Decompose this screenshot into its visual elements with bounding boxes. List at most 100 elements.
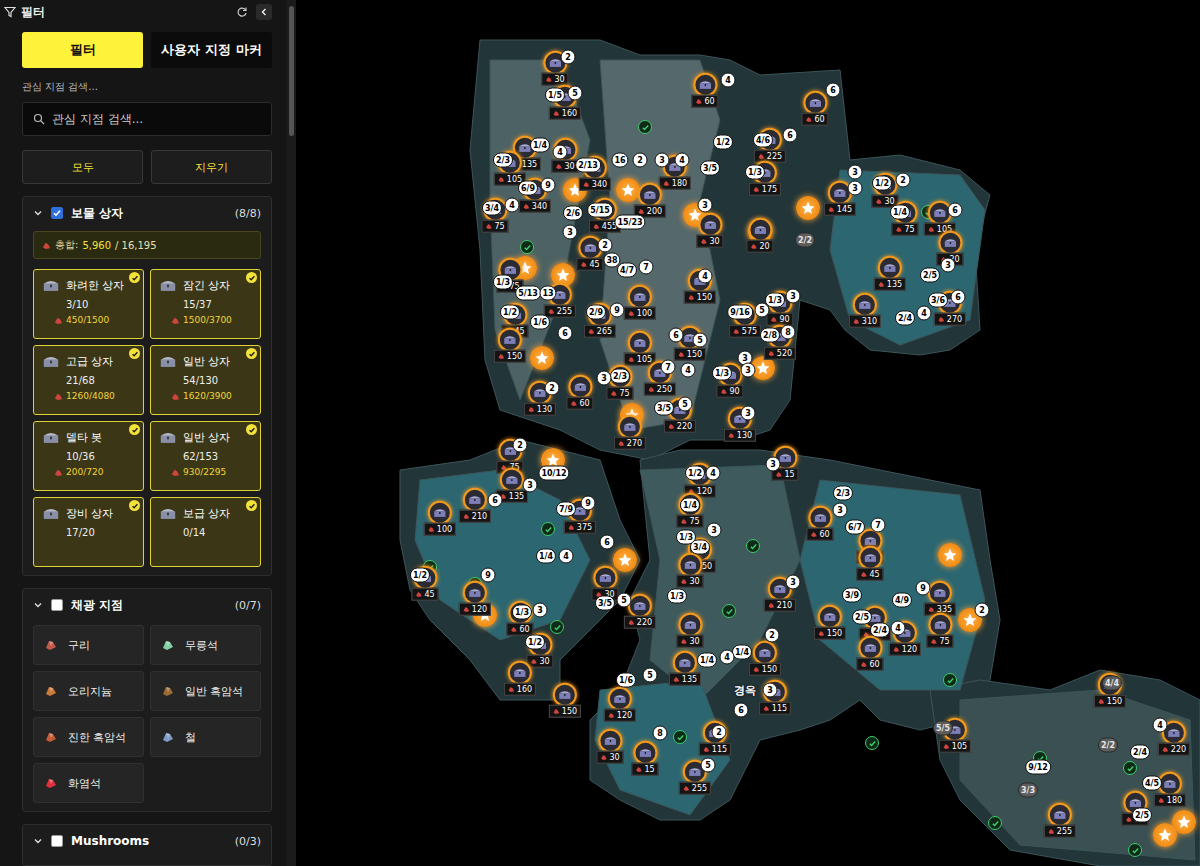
count-badge[interactable]: 2/4	[870, 623, 890, 638]
count-badge[interactable]: 9	[481, 568, 496, 583]
tab[interactable]: 사용자 지정 마커	[151, 32, 272, 68]
count-badge[interactable]: 2/6	[563, 206, 583, 221]
resource-item[interactable]: 무릉석	[150, 625, 261, 665]
chest-pin[interactable]: 45	[856, 546, 883, 581]
count-badge[interactable]: 9/16	[727, 305, 753, 320]
count-badge[interactable]: 2/9	[586, 305, 606, 320]
count-badge[interactable]: 3/4	[690, 540, 710, 555]
count-badge[interactable]: 3	[786, 575, 801, 590]
count-badge[interactable]: 1/4	[680, 498, 700, 513]
scroll-thumb[interactable]	[289, 6, 294, 136]
chest-pin[interactable]: 60	[566, 375, 593, 410]
count-badge[interactable]: 4	[706, 466, 721, 481]
map-marker[interactable]	[541, 522, 555, 536]
resource-item[interactable]: 철	[150, 717, 261, 757]
count-badge[interactable]: 6	[669, 328, 684, 343]
chest-pin[interactable]: 310	[849, 293, 881, 328]
count-badge[interactable]: 1/2	[685, 466, 705, 481]
map-marker[interactable]	[613, 548, 637, 572]
chest-pin[interactable]: 255	[1044, 803, 1076, 838]
section-checkbox[interactable]	[51, 599, 63, 611]
count-badge[interactable]: 4	[720, 650, 735, 665]
count-badge[interactable]: 1/2	[713, 135, 733, 150]
chest-pin[interactable]: 100	[424, 501, 456, 536]
count-badge[interactable]: 4/6	[753, 133, 773, 148]
count-badge[interactable]: 2/5	[852, 610, 872, 625]
map-marker[interactable]	[746, 539, 760, 553]
count-badge[interactable]: 4/5	[1142, 776, 1162, 791]
chest-pin[interactable]: 135	[669, 651, 701, 686]
count-badge[interactable]: 4/9	[892, 593, 912, 608]
map-marker[interactable]	[938, 543, 962, 567]
count-badge[interactable]: 9	[610, 303, 625, 318]
count-badge[interactable]: 3/9	[842, 588, 862, 603]
count-badge[interactable]: 2/3	[493, 153, 513, 168]
section-header[interactable]: 채광 지점(0/7)	[33, 589, 261, 621]
count-badge[interactable]: 5	[693, 333, 708, 348]
map-marker[interactable]	[616, 178, 640, 202]
count-badge[interactable]: 2	[896, 173, 911, 188]
chest-pin[interactable]: 160	[504, 661, 536, 696]
section-checkbox[interactable]	[51, 207, 63, 219]
count-badge[interactable]: 1/2	[872, 176, 892, 191]
count-badge[interactable]: 6	[734, 703, 749, 718]
chest-pin[interactable]: 30	[596, 729, 623, 764]
count-badge[interactable]: 1/5	[545, 88, 565, 103]
count-badge[interactable]: 5	[701, 758, 716, 773]
chest-pin[interactable]: 120	[459, 581, 491, 616]
count-badge[interactable]: 4	[675, 153, 690, 168]
count-badge[interactable]: 6	[558, 326, 573, 341]
count-badge[interactable]: 5/15	[587, 203, 613, 218]
chest-pin[interactable]: 60	[806, 506, 833, 541]
count-badge[interactable]: 3/5	[700, 161, 720, 176]
count-badge[interactable]: 1/2	[410, 568, 430, 583]
map-marker[interactable]	[530, 346, 554, 370]
chest-pin[interactable]: 150	[549, 683, 581, 718]
count-badge[interactable]: 6	[948, 203, 963, 218]
chest-card[interactable]: 델타 봇10/36200/720	[33, 421, 144, 491]
count-badge[interactable]: 6	[488, 493, 503, 508]
map-marker[interactable]	[865, 736, 879, 750]
count-badge[interactable]: 4	[698, 269, 713, 284]
count-badge[interactable]: 4/4	[1102, 676, 1122, 691]
count-badge[interactable]: 1/3	[667, 589, 687, 604]
resource-item[interactable]: 진한 흑암석	[33, 717, 144, 757]
count-badge[interactable]: 7	[871, 518, 886, 533]
count-badge[interactable]: 2/8	[760, 328, 780, 343]
count-badge[interactable]: 9/12	[1025, 760, 1051, 775]
count-badge[interactable]: 3	[786, 289, 801, 304]
count-badge[interactable]: 3/3	[1018, 783, 1038, 798]
count-badge[interactable]: 3	[848, 165, 863, 180]
chest-pin[interactable]: 270	[614, 415, 646, 450]
count-badge[interactable]: 1/4	[536, 549, 556, 564]
count-badge[interactable]: 3	[533, 603, 548, 618]
count-badge[interactable]: 1/4	[732, 645, 752, 660]
chest-pin[interactable]: 150	[749, 641, 781, 676]
count-badge[interactable]: 5/13	[515, 286, 541, 301]
count-badge[interactable]: 2/4	[895, 311, 915, 326]
chest-pin[interactable]: 30	[676, 613, 703, 648]
count-badge[interactable]: 3	[563, 225, 578, 240]
count-badge[interactable]: 2	[513, 438, 528, 453]
count-badge[interactable]: 4	[681, 363, 696, 378]
count-badge[interactable]: 1/3	[493, 275, 513, 290]
count-badge[interactable]: 13	[539, 286, 556, 301]
chest-pin[interactable]: 15	[631, 741, 658, 776]
map-canvas[interactable]: 3016060601353010534018022517534045520075…	[296, 0, 1200, 866]
count-badge[interactable]: 3	[763, 683, 778, 698]
count-badge[interactable]: 1/4	[890, 205, 910, 220]
chest-card[interactable]: 일반 상자62/153930/2295	[150, 421, 261, 491]
section-header[interactable]: 보물 상자(8/8)	[33, 197, 261, 229]
collapse-button[interactable]	[256, 4, 272, 20]
count-badge[interactable]: 1/3	[712, 366, 732, 381]
count-badge[interactable]: 3	[523, 478, 538, 493]
count-badge[interactable]: 3	[698, 198, 713, 213]
count-badge[interactable]: 6/9	[518, 181, 538, 196]
bulk-button[interactable]: 모두	[22, 150, 143, 184]
count-badge[interactable]: 4	[559, 549, 574, 564]
count-badge[interactable]: 8	[653, 726, 668, 741]
count-badge[interactable]: 1/6	[616, 673, 636, 688]
count-badge[interactable]: 5	[643, 668, 658, 683]
count-badge[interactable]: 3/5	[654, 401, 674, 416]
count-badge[interactable]: 2	[545, 381, 560, 396]
